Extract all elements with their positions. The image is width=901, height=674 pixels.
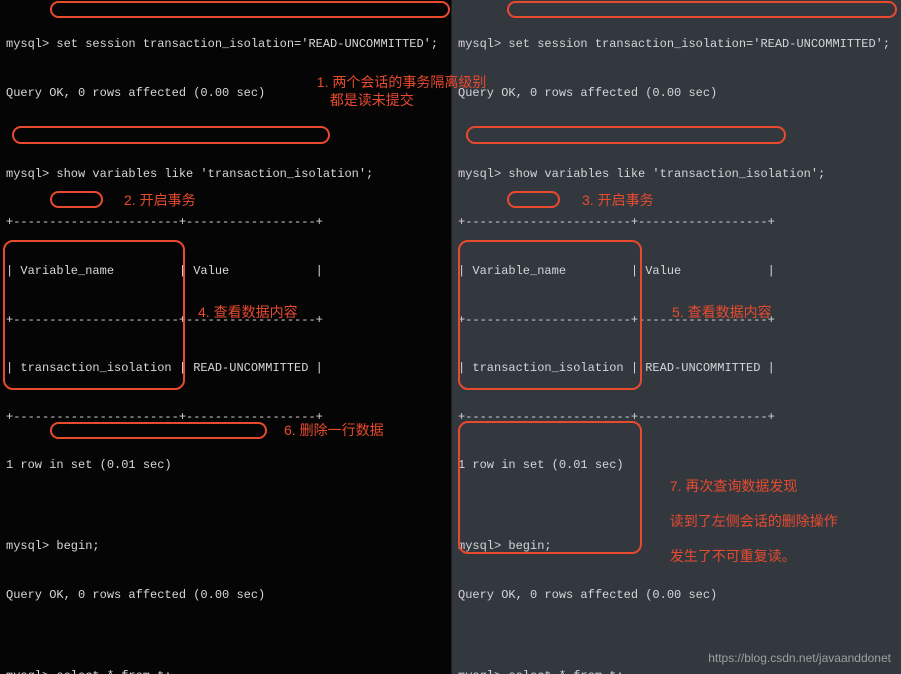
table-border: +-----------------------+---------------…: [6, 312, 445, 328]
table-header: | Variable_name | Value |: [458, 263, 895, 279]
output-line: Query OK, 0 rows affected (0.00 sec): [458, 85, 895, 101]
output-line: Query OK, 0 rows affected (0.00 sec): [458, 587, 895, 603]
table-border: +-----------------------+---------------…: [458, 214, 895, 230]
table-border: +-----------------------+---------------…: [6, 214, 445, 230]
table-border: +-----------------------+---------------…: [458, 409, 895, 425]
cmd-set-isolation: mysql> set session transaction_isolation…: [458, 36, 895, 52]
terminal-right[interactable]: mysql> set session transaction_isolation…: [452, 0, 901, 674]
output-line: 1 row in set (0.01 sec): [6, 457, 445, 473]
cmd-set-isolation: mysql> set session transaction_isolation…: [6, 36, 445, 52]
table-border: +-----------------------+---------------…: [6, 409, 445, 425]
cmd-begin: mysql> begin;: [6, 538, 445, 554]
table-row: | transaction_isolation | READ-UNCOMMITT…: [458, 360, 895, 376]
table-row: | transaction_isolation | READ-UNCOMMITT…: [6, 360, 445, 376]
output-line: Query OK, 0 rows affected (0.00 sec): [6, 587, 445, 603]
cmd-select: mysql> select * from t;: [6, 668, 445, 674]
table-border: +-----------------------+---------------…: [458, 312, 895, 328]
cmd-show-variables: mysql> show variables like 'transaction_…: [6, 166, 445, 182]
output-line: Query OK, 0 rows affected (0.00 sec): [6, 85, 445, 101]
cmd-begin: mysql> begin;: [458, 538, 895, 554]
cmd-select: mysql> select * from t;: [458, 668, 895, 674]
output-line: 1 row in set (0.01 sec): [458, 457, 895, 473]
table-header: | Variable_name | Value |: [6, 263, 445, 279]
cmd-show-variables: mysql> show variables like 'transaction_…: [458, 166, 895, 182]
terminal-left[interactable]: mysql> set session transaction_isolation…: [0, 0, 452, 674]
